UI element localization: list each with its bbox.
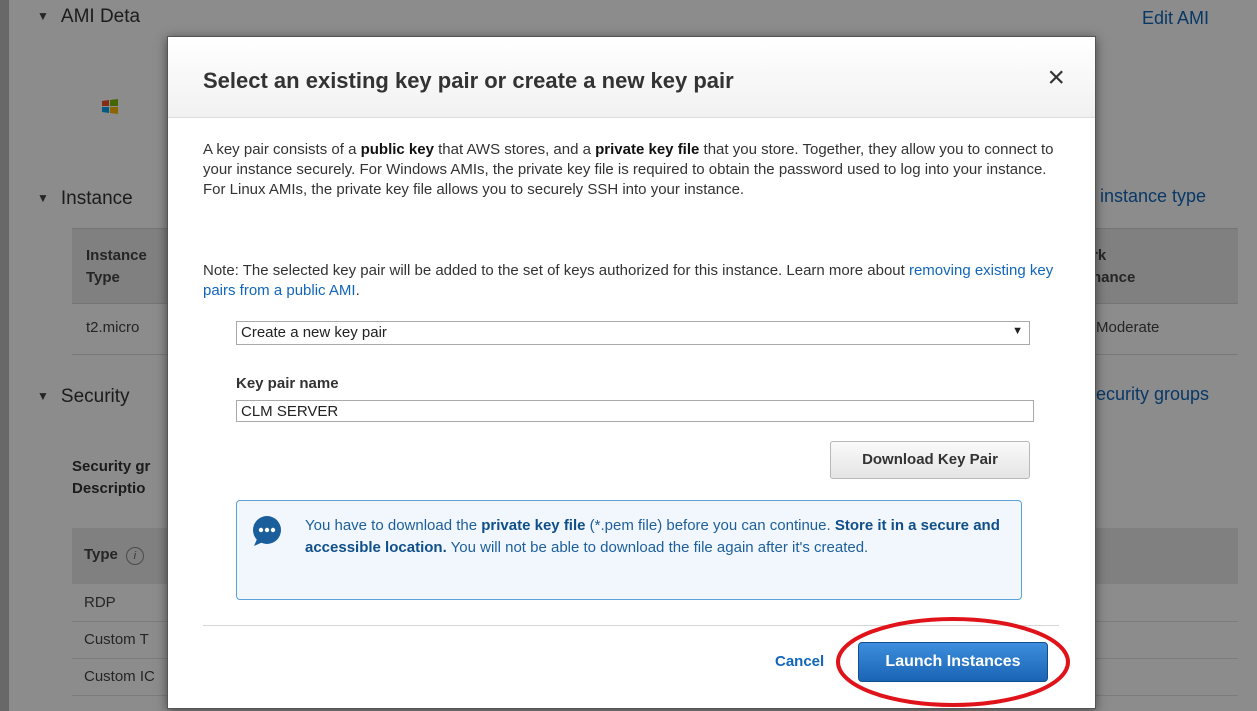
text-run-bold: private key file: [595, 141, 700, 158]
text-run: that AWS stores, and a: [433, 141, 596, 158]
key-pair-option-select[interactable]: Create a new key pair ▼: [236, 321, 1030, 345]
speech-bubble-icon: [253, 516, 281, 546]
close-icon[interactable]: ×: [1047, 63, 1065, 93]
text-run: A key pair consists of a: [203, 141, 361, 158]
text-run: (*.pem file) before you can continue.: [585, 517, 835, 534]
cancel-button[interactable]: Cancel: [775, 653, 824, 670]
dialog-header: Select an existing key pair or create a …: [168, 37, 1095, 118]
text-run-bold: private key file: [481, 517, 586, 534]
key-pair-note: Note: The selected key pair will be adde…: [203, 261, 1065, 301]
text-run: Note: The selected key pair will be adde…: [203, 262, 909, 279]
key-pair-name-input[interactable]: [236, 400, 1034, 422]
key-pair-dialog: Select an existing key pair or create a …: [167, 36, 1096, 709]
download-warning-box: You have to download the private key fil…: [236, 500, 1022, 600]
text-run-bold: public key: [360, 141, 434, 158]
dropdown-arrow-icon: ▼: [1012, 325, 1023, 337]
key-pair-name-label: Key pair name: [236, 375, 339, 392]
text-run: You will not be able to download the fil…: [446, 539, 869, 556]
text-run: You have to download the: [305, 517, 482, 534]
footer-divider: [203, 625, 1059, 626]
download-key-pair-button[interactable]: Download Key Pair: [830, 441, 1030, 479]
launch-instances-button[interactable]: Launch Instances: [858, 642, 1048, 682]
text-run: .: [355, 282, 360, 299]
dialog-title: Select an existing key pair or create a …: [203, 68, 734, 93]
download-warning-text: You have to download the private key fil…: [305, 515, 1005, 559]
key-pair-description: A key pair consists of a public key that…: [203, 140, 1065, 200]
selected-option: Create a new key pair: [241, 324, 387, 341]
